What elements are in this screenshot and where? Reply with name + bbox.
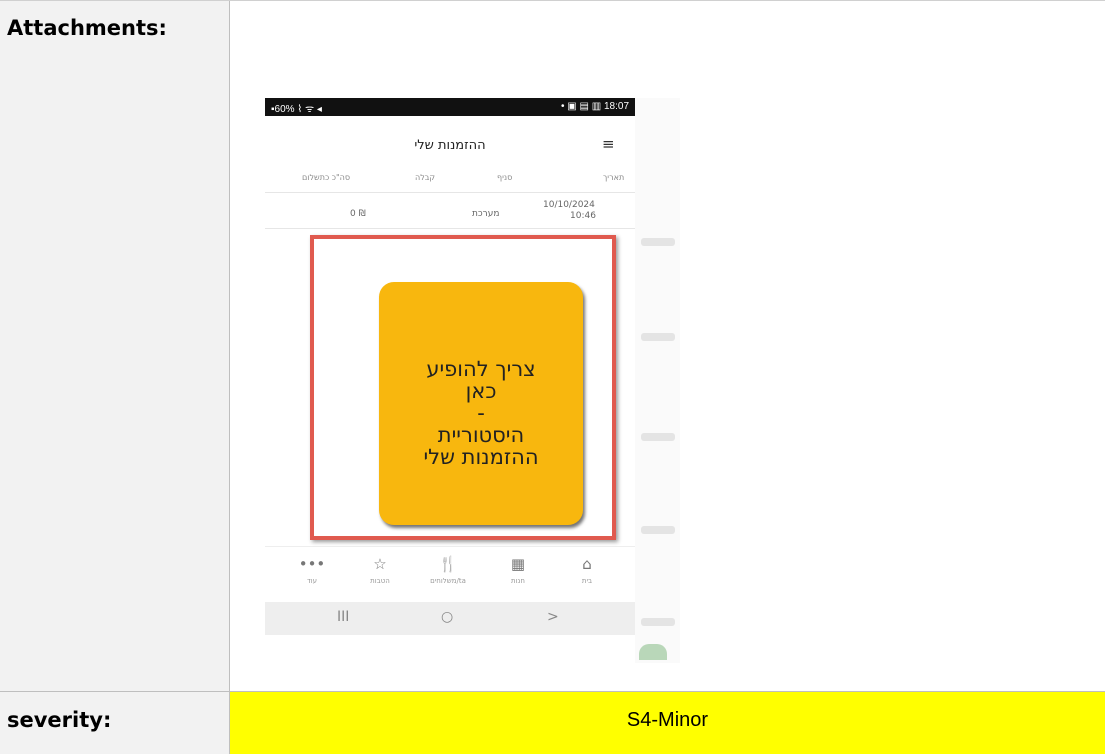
col-header-date: תאריך: [603, 173, 625, 182]
nav-benefits[interactable]: ☆ הטבות: [355, 555, 405, 585]
phone-page-title: ההזמנות שלי: [414, 138, 486, 153]
nav-more[interactable]: ••• עוד: [287, 555, 337, 585]
phone-bottom-nav: ••• עוד ☆ הטבות 🍴 משלוחים/ta ▦ חנות ⌂ בי…: [265, 546, 635, 603]
store-icon: ▦: [510, 555, 526, 573]
order-date: 10/10/2024: [543, 200, 595, 210]
bug-report-table: Attachments: ▪60% ⌇ ᯤ ◂ • ▣ ▤ ▥ 18:07 הה…: [0, 0, 1105, 754]
status-left: ▪60% ⌇ ᯤ ◂: [271, 104, 322, 115]
hamburger-menu-icon: ≡: [602, 135, 615, 153]
cutlery-icon: 🍴: [438, 555, 458, 573]
nav-more-label: עוד: [306, 577, 318, 585]
nav-store-label: חנות: [511, 577, 525, 585]
col-header-receipt: קבלה: [415, 173, 436, 182]
recents-button[interactable]: III: [337, 609, 349, 625]
order-time: 10:46: [570, 211, 596, 221]
severity-value: S4-Minor: [626, 709, 709, 731]
nav-home-label: בית: [581, 577, 593, 585]
star-icon: ☆: [373, 555, 387, 573]
severity-label: severity:: [7, 708, 112, 732]
home-icon: ⌂: [582, 555, 592, 573]
annotation-callout-note: צריך להופיע כאן - היסטוריית ההזמנות שלי: [379, 282, 583, 525]
status-right: • ▣ ▤ ▥ 18:07: [561, 101, 629, 112]
annotation-callout-text: צריך להופיע כאן - היסטוריית ההזמנות שלי: [423, 357, 539, 469]
nav-delivery[interactable]: 🍴 משלוחים/ta: [423, 555, 473, 585]
home-system-button[interactable]: ○: [441, 609, 453, 625]
col-header-total: סה"כ כתשלום: [302, 173, 351, 182]
nav-store[interactable]: ▦ חנות: [493, 555, 543, 585]
nav-benefits-label: הטבות: [370, 577, 390, 585]
severity-label-cell: severity:: [0, 692, 230, 754]
order-total: 0 ₪: [350, 209, 366, 219]
row-divider: [265, 228, 635, 229]
attachments-label-cell: Attachments:: [0, 1, 230, 691]
nav-delivery-label: משלוחים/ta: [430, 577, 466, 585]
background-app-ghost: [635, 98, 680, 663]
nav-home[interactable]: ⌂ בית: [562, 555, 612, 585]
attachments-label: Attachments:: [7, 16, 167, 40]
phone-status-bar: ▪60% ⌇ ᯤ ◂ • ▣ ▤ ▥ 18:07: [265, 98, 635, 116]
order-branch: מערכת: [472, 209, 500, 219]
more-dots-icon: •••: [298, 555, 326, 573]
severity-value-cell: S4-Minor: [230, 692, 1105, 754]
android-system-bar: III ○ >: [265, 602, 635, 635]
row-divider: [265, 192, 635, 193]
back-system-button[interactable]: >: [547, 609, 559, 625]
col-header-branch: סניף: [497, 173, 513, 182]
